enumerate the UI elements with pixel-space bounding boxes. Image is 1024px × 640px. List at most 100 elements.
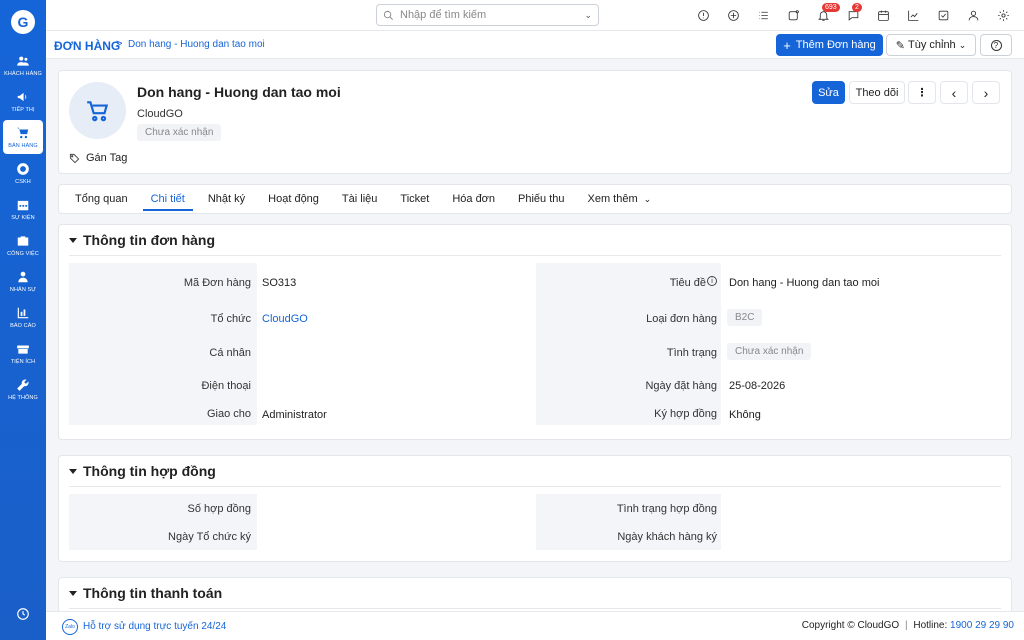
hotline-number[interactable]: 1900 29 29 90 [950,620,1014,631]
tab-log[interactable]: Nhật ký [200,185,253,213]
profile-button[interactable] [958,0,988,31]
megaphone-icon [17,92,27,101]
quick-add-button[interactable] [718,0,748,31]
person-icon [18,271,28,282]
sidebar-item-system[interactable]: HỆ THỐNG [3,372,43,406]
settings-button[interactable] [988,0,1018,31]
tab-invoices[interactable]: Hóa đơn [444,185,503,213]
sidebar-item-label: CSKH [15,178,31,185]
tab-receipts[interactable]: Phiếu thu [510,185,572,213]
clock-icon [17,608,29,620]
list-icon [758,11,768,20]
chevron-down-icon: ⌄ [958,39,967,50]
sidebar-item-label: TIẾP THỊ [11,106,35,113]
sidebar-item-support[interactable]: CSKH [3,156,43,190]
approvals-button[interactable] [928,0,958,31]
assigned-to-value: Administrator [262,409,327,421]
chat-count-badge: 2 [852,3,862,12]
customize-label: Tùy chỉnh [907,39,956,51]
help-icon: ? [990,39,1002,51]
sidebar-item-events[interactable]: SỰ KIỆN [3,192,43,226]
sidebar: G KHÁCH HÀNG TIẾP THỊ BÁN HÀNG CSKH SỰ K… [0,0,46,640]
reports-button[interactable] [898,0,928,31]
sidebar-item-sales[interactable]: BÁN HÀNG [3,120,43,154]
plus-icon: + [783,37,791,53]
tag-icon [69,153,80,163]
order-code-value: SO313 [262,277,297,289]
user-icon [968,10,978,21]
copyright: Copyright © CloudGO | Hotline: 1900 29 2… [801,620,1014,631]
order-info-toggle[interactable]: Thông tin đơn hàng [69,232,215,248]
tab-tickets[interactable]: Ticket [392,185,437,213]
order-info-section: Thông tin đơn hàng Mã Đơn hàng SO313 Tổ … [58,224,1012,440]
alert-circle-icon [697,10,709,21]
breadcrumb-module-link[interactable]: ĐƠN HÀNG [54,39,120,53]
top-bar: Nhập để tìm kiếm ⌄ 693 2 [46,0,1024,31]
sidebar-item-reports[interactable]: BÁO CÁO [3,300,43,334]
sidebar-item-hr[interactable]: NHÂN SỰ [3,264,43,298]
add-order-button[interactable]: + Thêm Đơn hàng [776,34,883,56]
calendar-button[interactable] [868,0,898,31]
footer: Zalo Hỗ trợ sử dụng trực tuyến 24/24 Cop… [46,611,1024,640]
more-actions-button[interactable]: ⋮ [908,81,936,104]
chat-button[interactable]: 2 [838,0,868,31]
tab-details[interactable]: Chi tiết [142,185,194,213]
info-icon: i [707,276,717,286]
calendar-icon [877,10,889,21]
breadcrumb-current-page[interactable]: Don hang - Huong dan tao moi [128,39,265,50]
tab-more[interactable]: Xem thêm ⌄ [580,185,660,213]
tab-activities[interactable]: Hoạt động [260,185,327,213]
organization-link[interactable]: CloudGO [262,313,308,325]
contract-signed-value: Không [729,409,761,421]
calendar-icon [17,200,29,210]
section-title: Thông tin thanh toán [83,585,223,601]
tasks-button[interactable] [778,0,808,31]
next-record-button[interactable]: › [972,81,1000,104]
sidebar-item-utilities[interactable]: TIỆN ÍCH [3,336,43,370]
sidebar-item-tasks[interactable]: CÔNG VIỆC [3,228,43,262]
tab-documents[interactable]: Tài liệu [334,185,385,213]
lifebuoy-icon [17,162,29,175]
customize-button[interactable]: ✎ Tùy chỉnh ⌄ [886,34,976,56]
sidebar-item-label: BÁO CÁO [10,322,36,329]
field-label: Loại đơn hàng [646,313,717,325]
tab-overview[interactable]: Tổng quan [67,185,136,213]
add-tag-button[interactable]: Gán Tag [69,152,127,164]
task-icon [788,10,799,21]
history-button[interactable] [16,607,30,624]
zalo-icon[interactable]: Zalo [62,619,78,635]
online-support-link[interactable]: Hỗ trợ sử dụng trực tuyến 24/24 [83,621,226,632]
order-status-badge: Chưa xác nhận [727,343,812,360]
sidebar-item-marketing[interactable]: TIẾP THỊ [3,84,43,118]
field-label: Giao cho [206,408,251,420]
cart-icon [86,100,108,121]
field-label: Ký hợp đồng [654,408,717,420]
report-icon [17,307,29,318]
previous-record-button[interactable]: ‹ [940,81,968,104]
contract-info-section: Thông tin hợp đồng Số hợp đồng Ngày Tổ c… [58,455,1012,562]
info-button[interactable] [688,0,718,31]
field-label: Ngày Tổ chức ký [168,531,251,543]
help-button[interactable]: ? [980,34,1012,56]
sidebar-item-customers[interactable]: KHÁCH HÀNG [3,48,43,82]
notifications-button[interactable]: 693 [808,0,840,31]
app-logo-icon[interactable]: G [11,10,35,34]
breadcrumb: ĐƠN HÀNG > Don hang - Huong dan tao moi … [46,31,1024,59]
follow-button[interactable]: Theo dõi [849,81,905,104]
sidebar-item-label: TIỆN ÍCH [10,358,36,365]
global-search[interactable]: Nhập để tìm kiếm ⌄ [376,4,599,26]
chevron-down-icon[interactable]: ⌄ [584,10,592,21]
sidebar-item-label: BÁN HÀNG [8,142,38,149]
pencil-icon: ✎ [895,39,905,52]
cart-icon [17,127,29,138]
check-square-icon [938,10,948,21]
field-label: Tiêu đề [669,277,706,289]
hotline-label: Hotline: [913,620,948,631]
edit-button[interactable]: Sửa [812,81,845,104]
payment-info-toggle[interactable]: Thông tin thanh toán [69,585,222,601]
contract-info-toggle[interactable]: Thông tin hợp đồng [69,463,216,479]
list-button[interactable] [748,0,778,31]
search-input[interactable]: Nhập để tìm kiếm [400,9,584,21]
search-icon [383,10,393,20]
sidebar-item-label: SỰ KIỆN [11,214,35,221]
